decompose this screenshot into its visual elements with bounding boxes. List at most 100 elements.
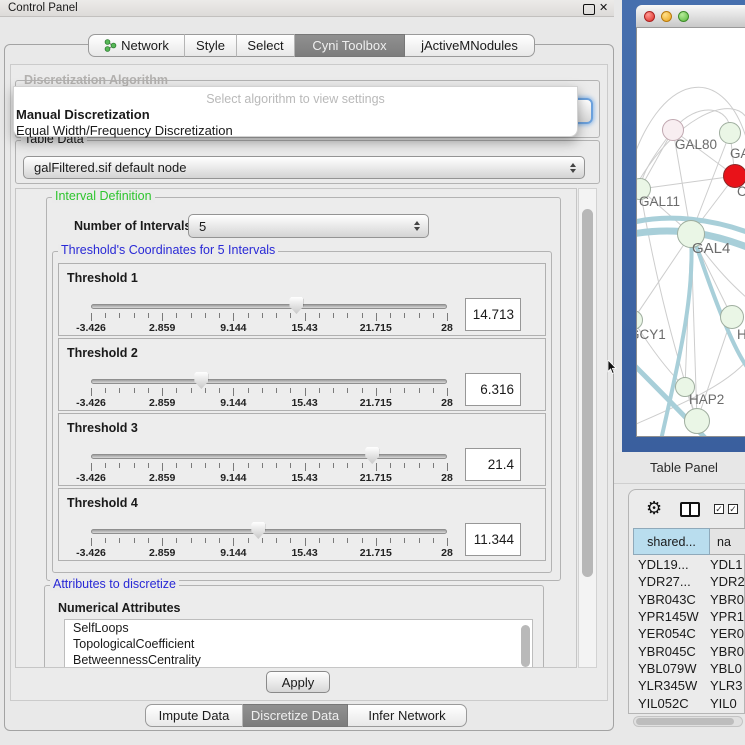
cell-shared-name[interactable]: YBR043C (633, 592, 710, 607)
threshold-1-slider-track[interactable] (91, 304, 447, 309)
threshold-1-slider-thumb[interactable] (289, 297, 303, 314)
cell-name[interactable]: YBR0 (710, 592, 745, 607)
attribute-item[interactable]: SelfLoops (65, 620, 532, 636)
checkbox-icon[interactable]: ✓ (714, 504, 724, 514)
tab-impute-data[interactable]: Impute Data (145, 704, 243, 727)
slider-tick (248, 313, 249, 318)
slider-tick (347, 388, 348, 393)
node-table-rows[interactable]: YDL19...YDL1YDR27...YDR2YBR043CYBR0YPR14… (633, 556, 745, 713)
tab-network[interactable]: Network (88, 34, 185, 57)
cell-name[interactable]: YER0 (710, 626, 745, 641)
tab-select[interactable]: Select (237, 34, 295, 57)
slider-tick (305, 388, 306, 396)
network-canvas[interactable]: GAL80GACGAL11GAL4GCY1HHAP2 (637, 28, 745, 436)
tab-cyni-toolbox[interactable]: Cyni Toolbox (295, 34, 405, 57)
cell-name[interactable]: YBR0 (710, 644, 745, 659)
panel-title: Control Panel (8, 2, 78, 14)
threshold-3-slider-track[interactable] (91, 454, 447, 459)
list-scrollbar-thumb[interactable] (521, 625, 530, 667)
table-row[interactable]: YBR045CYBR0 (633, 642, 745, 659)
close-traffic-light-icon[interactable] (644, 11, 655, 22)
node-label-hap2: HAP2 (689, 392, 724, 407)
slider-tick (419, 388, 420, 393)
cell-shared-name[interactable]: YBR045C (633, 644, 710, 659)
menu-item-equal-width-frequency[interactable]: Equal Width/Frequency Discretization (16, 123, 233, 138)
checkbox-icon[interactable]: ✓ (728, 504, 738, 514)
cell-name[interactable]: YBL0 (710, 661, 745, 676)
attribute-item[interactable]: BetweennessCentrality (65, 652, 532, 668)
node-bottom[interactable] (684, 408, 710, 434)
slider-tick-label: -3.426 (76, 472, 106, 484)
slider-tick-label: 2.859 (149, 322, 175, 334)
application-window: Control Panel ✕ Network Style Select Cyn… (0, 0, 745, 745)
numerical-attributes-list[interactable]: SelfLoopsTopologicalCoefficientBetweenne… (64, 619, 533, 668)
close-icon[interactable]: ✕ (599, 2, 608, 15)
node-label-c: C (737, 184, 745, 199)
cell-shared-name[interactable]: YDR27... (633, 574, 710, 589)
apply-button[interactable]: Apply (266, 671, 330, 693)
slider-tick (191, 538, 192, 543)
column-header-name[interactable]: na (710, 528, 745, 555)
table-horizontal-scrollbar-thumb[interactable] (636, 718, 734, 725)
tab-style[interactable]: Style (185, 34, 237, 57)
threshold-4-label: Threshold 4 (67, 496, 138, 510)
tab-infer-network[interactable]: Infer Network (348, 704, 467, 727)
cell-name[interactable]: YDL1 (710, 557, 745, 572)
cell-shared-name[interactable]: YER054C (633, 626, 710, 641)
threshold-2-slider-thumb[interactable] (194, 372, 208, 389)
column-header-shared-name[interactable]: shared... (633, 528, 710, 555)
table-row[interactable]: YBL079WYBL0 (633, 660, 745, 677)
table-row[interactable]: YPR145WYPR1 (633, 608, 745, 625)
node-green-topright[interactable] (719, 122, 741, 144)
slider-tick (134, 463, 135, 468)
gear-icon[interactable]: ⚙ (646, 498, 662, 519)
table-row[interactable]: YDL19...YDL1 (633, 556, 745, 573)
cell-name[interactable]: YDR2 (710, 574, 745, 589)
threshold-2-value-field[interactable]: 6.316 (465, 373, 521, 406)
threshold-4-slider-thumb[interactable] (251, 522, 265, 539)
threshold-2-slider-track[interactable] (91, 379, 447, 384)
table-data-combobox[interactable]: galFiltered.sif default node (23, 156, 585, 179)
table-row[interactable]: YER054CYER0 (633, 625, 745, 642)
float-window-icon[interactable] (583, 4, 595, 15)
table-horizontal-scrollbar[interactable] (633, 716, 743, 727)
settings-scrollbar-thumb[interactable] (582, 209, 593, 577)
slider-tick (376, 388, 377, 396)
node-h[interactable] (720, 305, 744, 329)
cell-shared-name[interactable]: YIL052C (633, 696, 710, 711)
network-window: GAL80GACGAL11GAL4GCY1HHAP2 (636, 5, 745, 437)
cell-shared-name[interactable]: YLR345W (633, 678, 710, 693)
slider-tick-label: -3.426 (76, 547, 106, 559)
settings-scrollbar[interactable] (578, 188, 597, 668)
number-of-intervals-combobox[interactable]: 5 (188, 214, 429, 238)
menu-item-manual-discretization[interactable]: Manual Discretization (16, 107, 150, 122)
cell-name[interactable]: YPR1 (710, 609, 745, 624)
table-row[interactable]: YLR345WYLR3 (633, 677, 745, 694)
table-row[interactable]: YIL052CYIL0 (633, 694, 745, 711)
tab-discretize-data[interactable]: Discretize Data (243, 704, 348, 727)
threshold-1-value-field[interactable]: 14.713 (465, 298, 521, 331)
cell-name[interactable]: YLR3 (710, 678, 745, 693)
minimize-traffic-light-icon[interactable] (661, 11, 672, 22)
table-row[interactable]: YDR27...YDR2 (633, 573, 745, 590)
attribute-item[interactable]: TopologicalCoefficient (65, 636, 532, 652)
slider-tick (148, 313, 149, 318)
threshold-3-value-field[interactable]: 21.4 (465, 448, 521, 481)
slider-tick (148, 463, 149, 468)
threshold-4-slider-track[interactable] (91, 529, 447, 534)
cell-shared-name[interactable]: YPR145W (633, 609, 710, 624)
slider-tick-label: 2.859 (149, 397, 175, 409)
slider-tick (119, 538, 120, 543)
threshold-4-value-field[interactable]: 11.344 (465, 523, 521, 556)
slider-tick (205, 538, 206, 543)
tab-jactivemnodules[interactable]: jActiveMNodules (405, 34, 535, 57)
threshold-3-slider-thumb[interactable] (365, 447, 379, 464)
zoom-traffic-light-icon[interactable] (678, 11, 689, 22)
table-row[interactable]: YBR043CYBR0 (633, 591, 745, 608)
slider-tick (333, 313, 334, 318)
cell-shared-name[interactable]: YBL079W (633, 661, 710, 676)
network-window-titlebar[interactable] (636, 5, 745, 28)
cell-name[interactable]: YIL0 (710, 696, 745, 711)
columns-icon[interactable] (680, 502, 700, 517)
cell-shared-name[interactable]: YDL19... (633, 557, 710, 572)
